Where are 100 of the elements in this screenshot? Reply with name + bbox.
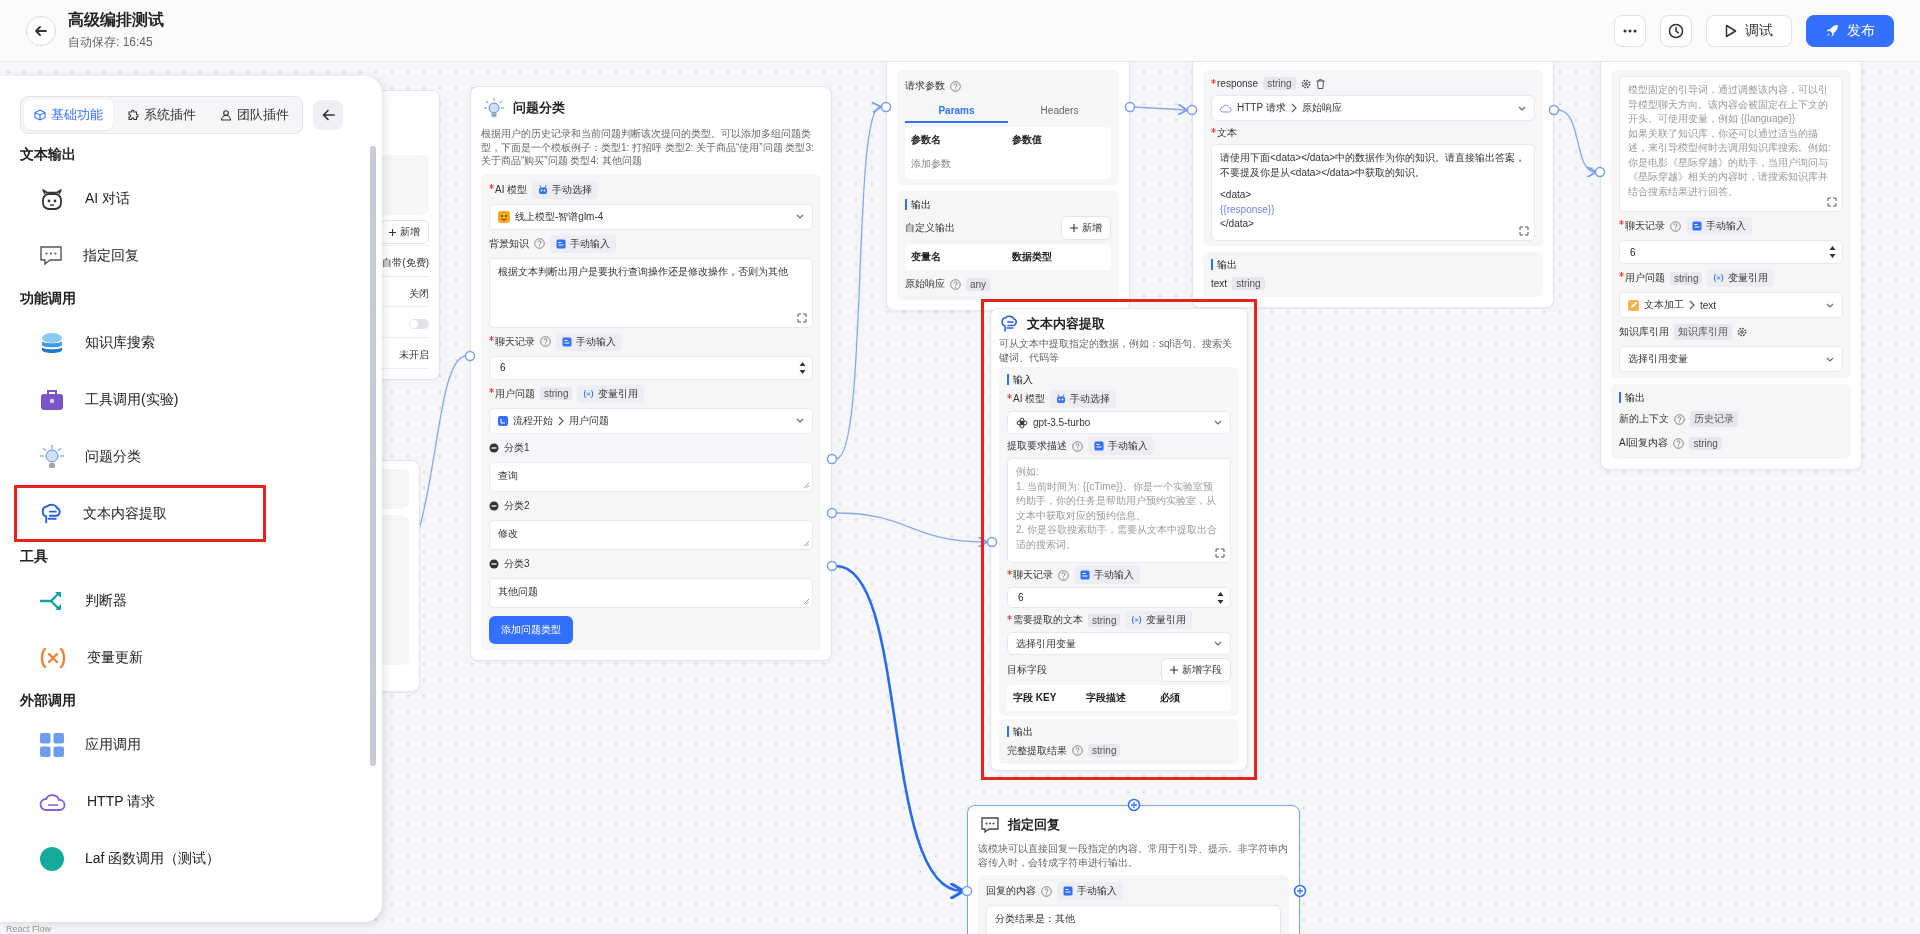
number-field[interactable]: 6 — [1619, 240, 1843, 264]
text-area[interactable]: 请使用下面<data></data>中的数据作为你的知识。请直接输出答案，不要提及你是从<data></data>中获取的知识。 <data> {{response}} </data> — [1211, 144, 1535, 241]
node-type-item[interactable]: 文本内容提取 — [14, 485, 266, 542]
input-mode-button[interactable]: 手动输入 — [1074, 566, 1140, 584]
required-icon — [1007, 570, 1012, 575]
connection-handle[interactable] — [826, 453, 838, 465]
input-mode-button[interactable]: 手动输入 — [1686, 217, 1752, 235]
input-mode-button[interactable]: 手动选择 — [1050, 390, 1117, 408]
remove-icon[interactable] — [489, 442, 499, 453]
dropdown-field[interactable]: 文本加工 text — [1619, 292, 1843, 318]
settings-icon[interactable] — [1300, 78, 1311, 89]
connection-handle[interactable] — [826, 560, 838, 572]
remove-icon[interactable] — [489, 558, 499, 569]
node-type-item[interactable]: 问题分类 — [14, 428, 266, 485]
connection-handle[interactable] — [464, 350, 476, 362]
connection-handle[interactable] — [880, 101, 892, 113]
text-area[interactable]: 根据文本判断出用户是要执行查询操作还是修改操作，否则为其他 — [489, 257, 813, 328]
input-mode-button[interactable]: 手动输入 — [1057, 882, 1123, 900]
toggle-switch[interactable] — [409, 319, 429, 330]
node-type-item[interactable]: 工具调用(实验) — [14, 371, 266, 428]
input-mode-button[interactable]: 变量引用 — [1707, 269, 1775, 287]
connection-handle[interactable] — [961, 885, 973, 897]
stepper-icon[interactable] — [799, 360, 806, 375]
column-header: 数据类型 — [1012, 250, 1053, 264]
text-area[interactable]: 其他问题 — [489, 577, 813, 608]
add-param-field[interactable]: 添加参数 — [911, 151, 1105, 177]
dropdown-field[interactable]: 选择引用变量 — [1007, 632, 1231, 655]
type-tag: 知识库引用 — [1674, 324, 1732, 340]
field-label: 聊天记录 — [495, 334, 535, 349]
cloud-icon — [39, 791, 67, 812]
chevron-down-icon — [1214, 420, 1222, 425]
panel-tab[interactable]: 系统插件 — [117, 100, 206, 130]
plus-icon — [1070, 224, 1078, 232]
stepper-icon[interactable] — [1829, 245, 1836, 259]
params-tab[interactable]: Params — [905, 100, 1008, 123]
input-mode-button[interactable]: 手动输入 — [556, 332, 622, 351]
text-area[interactable]: 修改 — [489, 519, 813, 550]
expand-icon[interactable] — [1827, 197, 1837, 207]
connection-handle[interactable] — [1594, 166, 1606, 178]
dropdown-field[interactable]: 选择引用变量 — [1619, 346, 1843, 372]
type-tag: any — [966, 277, 991, 291]
chevron-right-icon — [1290, 103, 1297, 113]
text-area[interactable]: 分类结果是：其他 — [986, 905, 1281, 934]
collapse-button[interactable] — [313, 100, 343, 130]
connection-handle[interactable] — [986, 536, 998, 548]
expand-icon[interactable] — [1519, 225, 1529, 236]
chevron-down-icon — [796, 418, 804, 423]
connection-handle[interactable] — [1548, 104, 1560, 116]
resize-grip-icon — [803, 597, 809, 604]
add-button[interactable]: 新增 — [1061, 216, 1111, 240]
node-type-item[interactable]: 变量更新 — [14, 629, 266, 686]
expand-icon[interactable] — [797, 312, 807, 323]
text-area[interactable]: 查询 — [489, 461, 813, 492]
more-icon — [1623, 28, 1637, 33]
node-type-item[interactable]: Laf 函数调用（测试） — [14, 830, 266, 887]
input-mode-button[interactable]: 手动选择 — [532, 180, 599, 199]
node-type-item[interactable]: HTTP 请求 — [14, 773, 266, 830]
panel-tab[interactable]: 基础功能 — [24, 100, 113, 130]
input-mode-button[interactable]: 手动输入 — [550, 234, 616, 253]
chevron-down-icon — [1518, 105, 1526, 111]
logo-icon — [39, 845, 65, 872]
extract-icon — [999, 314, 1019, 334]
scrollbar[interactable] — [370, 146, 376, 766]
panel-tab[interactable]: 团队插件 — [210, 100, 299, 130]
history-button[interactable] — [1660, 14, 1692, 47]
expand-icon[interactable] — [1215, 548, 1225, 558]
node-type-item[interactable]: 知识库搜索 — [14, 314, 266, 371]
input-mode-button[interactable]: 手动输入 — [1088, 437, 1154, 455]
connection-handle[interactable] — [826, 507, 838, 519]
publish-button[interactable]: 发布 — [1806, 14, 1894, 47]
add-handle-icon[interactable] — [1293, 884, 1307, 898]
settings-icon[interactable] — [1737, 327, 1747, 337]
node-title: 指定回复 — [1008, 816, 1060, 834]
back-button[interactable] — [26, 15, 56, 46]
delete-icon[interactable] — [1315, 78, 1325, 89]
node-type-item[interactable]: AI 对话 — [14, 170, 266, 227]
dropdown-field[interactable]: HTTP 请求 原始响应 — [1211, 95, 1535, 121]
dropdown-field[interactable]: 线上模型-智谱glm-4 — [489, 203, 813, 230]
debug-button[interactable]: 调试 — [1706, 14, 1792, 47]
column-header: 字段描述 — [1086, 691, 1128, 705]
type-tag: string — [1689, 436, 1722, 450]
dropdown-field[interactable]: 流程开始 用户问题 — [489, 407, 813, 434]
input-mode-button[interactable]: 变量引用 — [577, 384, 645, 403]
add-category-button[interactable]: 添加问题类型 — [489, 615, 573, 644]
node-type-item[interactable]: 指定回复 — [14, 227, 266, 284]
connection-handle[interactable] — [1124, 101, 1136, 113]
field-label: 用户问题 — [1625, 271, 1665, 285]
node-type-item[interactable]: 判断器 — [14, 572, 266, 629]
stepper-icon[interactable] — [1217, 590, 1224, 605]
add-button[interactable]: 新增 — [380, 220, 429, 244]
remove-icon[interactable] — [489, 500, 499, 511]
add-handle-icon[interactable] — [1127, 798, 1141, 812]
connection-handle[interactable] — [1186, 104, 1198, 116]
number-field[interactable]: 6 — [489, 355, 813, 380]
params-tab[interactable]: Headers — [1008, 100, 1111, 123]
number-field[interactable]: 6 — [1007, 587, 1231, 608]
dropdown-field[interactable]: gpt-3.5-turbo — [1007, 411, 1231, 434]
add-button[interactable]: 新增字段 — [1161, 658, 1231, 682]
node-type-item[interactable]: 应用调用 — [14, 716, 266, 773]
input-mode-button[interactable]: 变量引用 — [1125, 611, 1193, 629]
